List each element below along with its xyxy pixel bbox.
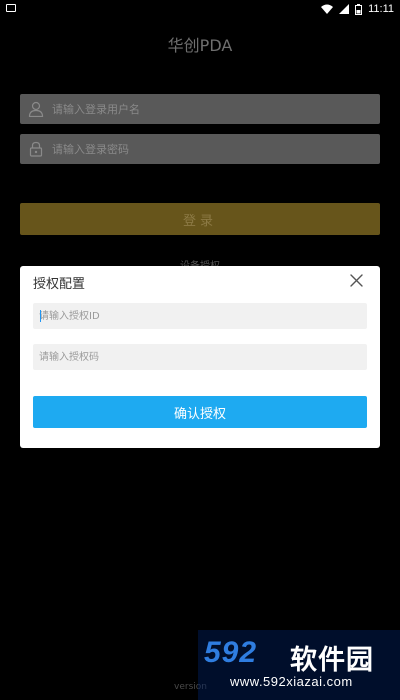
user-icon: [20, 94, 52, 124]
password-field[interactable]: 请输入登录密码: [20, 134, 380, 164]
confirm-auth-button[interactable]: 确认授权: [33, 396, 367, 428]
username-placeholder: 请输入登录用户名: [52, 103, 140, 116]
status-icons: 11:11: [321, 1, 394, 17]
app-title: 华创PDA: [167, 36, 233, 55]
app-screen: 11:11 华创PDA 请输入登录用户名 请输入登录密码 登录 设备授权 ver…: [0, 0, 400, 700]
status-bar: 11:11: [0, 0, 400, 18]
close-icon[interactable]: [348, 272, 364, 288]
watermark-logo-text: 软件园: [290, 645, 374, 676]
lock-icon: [20, 134, 52, 164]
auth-id-input[interactable]: [33, 303, 367, 329]
signal-icon: [339, 4, 350, 14]
auth-code-input[interactable]: [33, 344, 367, 370]
dialog-title: 授权配置: [33, 277, 86, 292]
watermark-logo-number: 592: [204, 636, 258, 669]
login-button[interactable]: 登录: [20, 203, 380, 235]
battery-icon: [355, 3, 363, 15]
watermark: 592 软件园 www.592xiazai.com: [198, 630, 400, 700]
wifi-icon: [321, 4, 334, 14]
auth-config-dialog: 授权配置 确认授权: [20, 266, 380, 448]
text-cursor: [40, 310, 41, 322]
status-time: 11:11: [368, 3, 394, 15]
watermark-url: www.592xiazai.com: [230, 674, 353, 689]
keyboard-icon: [6, 4, 16, 12]
password-placeholder: 请输入登录密码: [52, 143, 129, 156]
username-field[interactable]: 请输入登录用户名: [20, 94, 380, 124]
